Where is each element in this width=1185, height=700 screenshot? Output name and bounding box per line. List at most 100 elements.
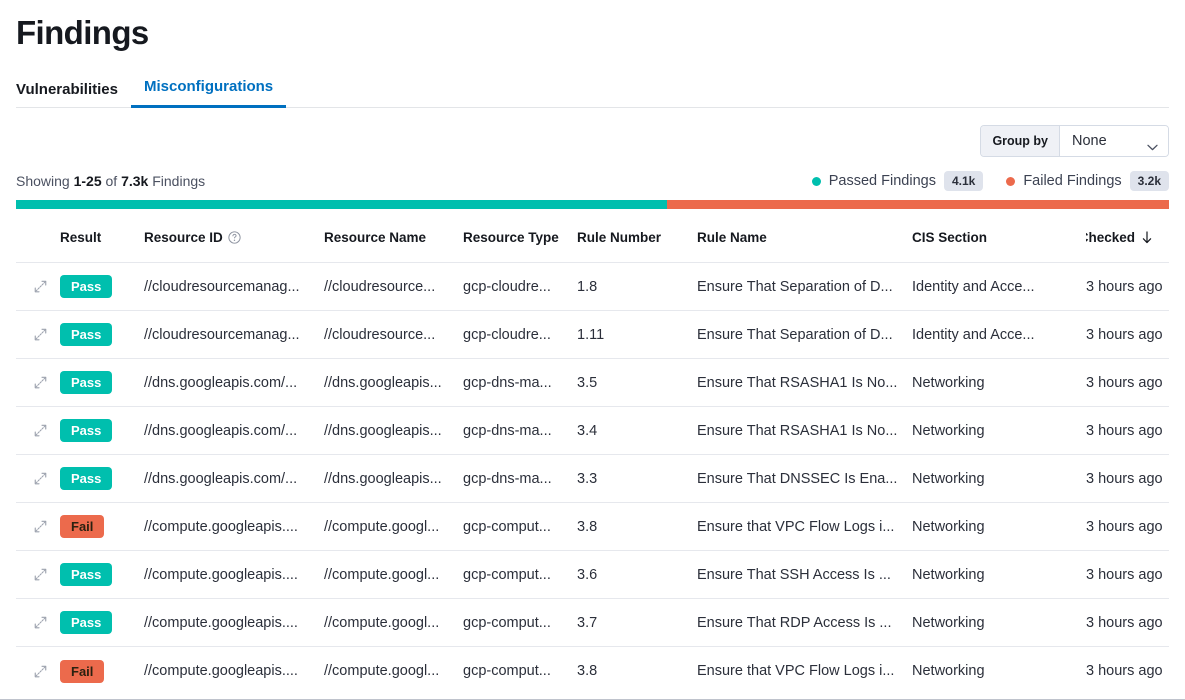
summary-row: Showing 1-25 of 7.3k Findings Passed Fin… (16, 171, 1169, 191)
header-last-checked[interactable]: Last Checked (1086, 230, 1169, 245)
cell-resource-name: //compute.googl... (324, 615, 463, 631)
group-by-select[interactable]: None (1060, 126, 1168, 156)
table-row[interactable]: Pass//dns.googleapis.com/...//dns.google… (16, 407, 1169, 455)
table-row[interactable]: Pass//compute.googleapis....//compute.go… (16, 551, 1169, 599)
table-row[interactable]: Fail//compute.googleapis....//compute.go… (16, 647, 1169, 695)
cell-cis-section: Networking (912, 519, 1086, 535)
cell-result: Pass (60, 275, 144, 298)
group-by-control[interactable]: Group by None (980, 125, 1169, 157)
expand-row-button[interactable] (16, 664, 60, 679)
status-badge: Pass (60, 323, 112, 346)
status-badge: Pass (60, 563, 112, 586)
cell-rule-name: Ensure That Separation of D... (697, 279, 912, 295)
cell-last-checked: 3 hours ago (1086, 615, 1169, 631)
cell-rule-number: 1.11 (577, 327, 697, 343)
expand-diagonal-icon[interactable] (33, 519, 48, 534)
cell-last-checked: 3 hours ago (1086, 279, 1169, 295)
showing-count: Showing 1-25 of 7.3k Findings (16, 173, 205, 189)
header-rule-name[interactable]: Rule Name (697, 230, 912, 245)
expand-diagonal-icon[interactable] (33, 567, 48, 582)
expand-row-button[interactable] (16, 615, 60, 630)
showing-prefix: Showing (16, 173, 74, 189)
expand-diagonal-icon[interactable] (33, 423, 48, 438)
cell-last-checked: 3 hours ago (1086, 327, 1169, 343)
cell-resource-name: //cloudresource... (324, 279, 463, 295)
showing-range: 1-25 (74, 173, 102, 189)
ratio-bar-passed (16, 200, 667, 209)
header-result[interactable]: Result (60, 230, 144, 245)
cell-rule-name: Ensure That RDP Access Is ... (697, 615, 912, 631)
cell-resource-type: gcp-comput... (463, 567, 577, 583)
expand-diagonal-icon[interactable] (33, 471, 48, 486)
expand-diagonal-icon[interactable] (33, 327, 48, 342)
table-row[interactable]: Pass//dns.googleapis.com/...//dns.google… (16, 455, 1169, 503)
table-row[interactable]: Pass//cloudresourcemanag...//cloudresour… (16, 263, 1169, 311)
cell-rule-name: Ensure That RSASHA1 Is No... (697, 423, 912, 439)
status-badge: Pass (60, 611, 112, 634)
group-by-label: Group by (981, 126, 1060, 156)
cell-last-checked: 3 hours ago (1086, 423, 1169, 439)
page-title: Findings (16, 0, 1169, 53)
status-badge: Pass (60, 371, 112, 394)
header-cis-section[interactable]: CIS Section (912, 230, 1086, 245)
cell-rule-number: 3.5 (577, 375, 697, 391)
cell-resource-id: //dns.googleapis.com/... (144, 471, 324, 487)
expand-diagonal-icon[interactable] (33, 279, 48, 294)
cell-result: Pass (60, 419, 144, 442)
cell-resource-name: //dns.googleapis... (324, 471, 463, 487)
help-circle-icon[interactable] (228, 231, 241, 244)
toolbar: Group by None (16, 125, 1169, 157)
showing-suffix: Findings (148, 173, 205, 189)
cell-cis-section: Networking (912, 663, 1086, 679)
cell-rule-name: Ensure that VPC Flow Logs i... (697, 519, 912, 535)
cell-resource-name: //dns.googleapis... (324, 423, 463, 439)
cell-cis-section: Identity and Acce... (912, 279, 1086, 295)
cell-rule-number: 3.8 (577, 519, 697, 535)
expand-row-button[interactable] (16, 279, 60, 294)
expand-diagonal-icon[interactable] (33, 375, 48, 390)
cell-rule-number: 3.3 (577, 471, 697, 487)
cell-rule-number: 3.7 (577, 615, 697, 631)
table-row[interactable]: Pass//compute.googleapis....//compute.go… (16, 599, 1169, 647)
cell-last-checked: 3 hours ago (1086, 663, 1169, 679)
passed-dot-icon (812, 177, 821, 186)
pass-fail-ratio-bar (16, 200, 1169, 209)
expand-row-button[interactable] (16, 327, 60, 342)
header-rule-number[interactable]: Rule Number (577, 230, 697, 245)
expand-row-button[interactable] (16, 567, 60, 582)
tab-misconfigurations[interactable]: Misconfigurations (131, 78, 286, 108)
expand-row-button[interactable] (16, 519, 60, 534)
cell-rule-name: Ensure That SSH Access Is ... (697, 567, 912, 583)
cell-rule-number: 3.8 (577, 663, 697, 679)
header-resource-type[interactable]: Resource Type (463, 230, 577, 245)
cell-rule-name: Ensure that VPC Flow Logs i... (697, 663, 912, 679)
expand-row-button[interactable] (16, 375, 60, 390)
cell-resource-name: //cloudresource... (324, 327, 463, 343)
expand-row-button[interactable] (16, 471, 60, 486)
cell-resource-type: gcp-cloudre... (463, 279, 577, 295)
header-resource-id[interactable]: Resource ID (144, 230, 324, 245)
cell-resource-id: //cloudresourcemanag... (144, 327, 324, 343)
tab-vulnerabilities[interactable]: Vulnerabilities (3, 81, 131, 108)
cell-result: Pass (60, 467, 144, 490)
cell-resource-name: //compute.googl... (324, 519, 463, 535)
header-resource-name[interactable]: Resource Name (324, 230, 463, 245)
cell-last-checked: 3 hours ago (1086, 375, 1169, 391)
failed-dot-icon (1006, 177, 1015, 186)
cell-resource-type: gcp-comput... (463, 663, 577, 679)
group-by-value: None (1072, 133, 1107, 149)
cell-cis-section: Networking (912, 423, 1086, 439)
cell-last-checked: 3 hours ago (1086, 519, 1169, 535)
cell-resource-type: gcp-dns-ma... (463, 423, 577, 439)
expand-diagonal-icon[interactable] (33, 664, 48, 679)
cell-result: Pass (60, 611, 144, 634)
cell-rule-name: Ensure That RSASHA1 Is No... (697, 375, 912, 391)
cell-resource-type: gcp-dns-ma... (463, 375, 577, 391)
findings-page: Findings Vulnerabilities Misconfiguratio… (0, 0, 1185, 700)
table-row[interactable]: Fail//compute.googleapis....//compute.go… (16, 503, 1169, 551)
status-badge: Pass (60, 419, 112, 442)
expand-diagonal-icon[interactable] (33, 615, 48, 630)
expand-row-button[interactable] (16, 423, 60, 438)
table-row[interactable]: Pass//dns.googleapis.com/...//dns.google… (16, 359, 1169, 407)
table-row[interactable]: Pass //cloudresourcemanag...//cloudresour… (16, 311, 1169, 359)
